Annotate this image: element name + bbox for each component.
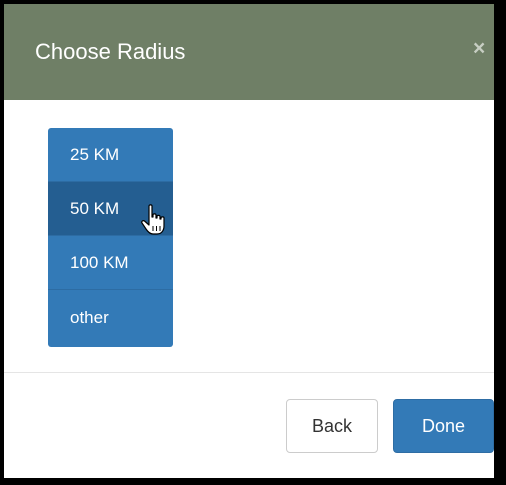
radius-option-25km[interactable]: 25 KM — [48, 128, 173, 182]
radius-options-list: 25 KM 50 KM 100 KM other — [48, 128, 173, 347]
dialog-title: Choose Radius — [35, 39, 186, 64]
done-button[interactable]: Done — [393, 399, 494, 453]
close-icon[interactable]: × — [473, 37, 485, 61]
radius-option-label: 50 KM — [70, 199, 120, 218]
radius-option-other[interactable]: other — [48, 290, 173, 347]
back-button[interactable]: Back — [286, 399, 378, 453]
radius-option-50km[interactable]: 50 KM — [48, 182, 173, 236]
radius-option-100km[interactable]: 100 KM — [48, 236, 173, 290]
dialog-footer: Back Done — [4, 372, 494, 478]
hand-pointer-icon — [141, 204, 165, 235]
choose-radius-dialog: Choose Radius × 25 KM 50 KM 100 KM other… — [4, 4, 494, 478]
dialog-header: Choose Radius × — [4, 4, 494, 100]
